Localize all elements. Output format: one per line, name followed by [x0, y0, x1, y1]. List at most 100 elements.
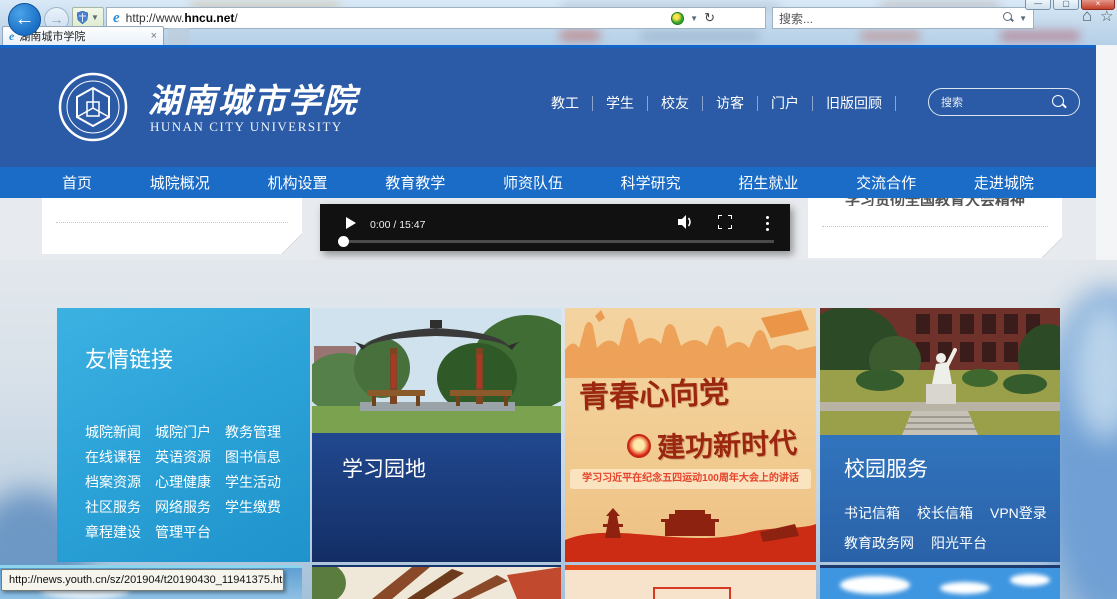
study-garden-title: 学习园地: [342, 453, 426, 483]
quick-link-alumni[interactable]: 校友: [648, 96, 703, 111]
chevron-down-icon[interactable]: ▼: [690, 14, 698, 23]
nav-item-home[interactable]: 首页: [62, 172, 92, 193]
folded-corner: [1042, 238, 1062, 258]
back-button[interactable]: ←: [8, 3, 41, 36]
nav-item-faculty[interactable]: 师资队伍: [503, 172, 563, 193]
refresh-button[interactable]: ↻: [704, 10, 715, 26]
campus-services-panel: 校园服务 书记信箱 校长信箱 VPN登录 教育政务网 阳光平台: [820, 308, 1060, 562]
search-icon[interactable]: [1003, 12, 1015, 24]
friend-links-grid: 城院新闻 城院门户 教务管理 在线课程 英语资源 图书信息 档案资源 心理健康 …: [85, 420, 295, 545]
video-progress-bar[interactable]: [340, 240, 774, 243]
link-student-payment[interactable]: 学生缴费: [225, 495, 295, 520]
bottom-tile-poster-next[interactable]: [565, 565, 816, 599]
link-management-platform[interactable]: 管理平台: [155, 520, 225, 545]
news-card-left[interactable]: [42, 198, 302, 254]
university-name-zh: 湖南城市学院: [148, 74, 358, 122]
link-archives[interactable]: 档案资源: [85, 470, 155, 495]
folded-corner: [282, 234, 302, 254]
link-education-gov[interactable]: 教育政务网: [844, 533, 914, 553]
nav-item-organization[interactable]: 机构设置: [267, 172, 327, 193]
link-network-service[interactable]: 网络服务: [155, 495, 225, 520]
link-sunshine-platform[interactable]: 阳光平台: [931, 533, 987, 553]
campus-links-row1: 书记信箱 校长信箱 VPN登录: [844, 503, 1047, 523]
link-english-resources[interactable]: 英语资源: [155, 445, 225, 470]
link-vpn-login[interactable]: VPN登录: [990, 503, 1047, 523]
maximize-button[interactable]: ▢: [1053, 0, 1079, 10]
link-charter[interactable]: 章程建设: [85, 520, 155, 545]
close-button[interactable]: ×: [1081, 0, 1115, 10]
red-frame-decoration: [653, 587, 731, 599]
nav-item-research[interactable]: 科学研究: [621, 172, 681, 193]
nav-item-cooperation[interactable]: 交流合作: [856, 172, 916, 193]
fullscreen-icon[interactable]: [718, 215, 732, 229]
progress-handle[interactable]: [338, 236, 349, 247]
site-search-placeholder: 搜索: [941, 94, 1051, 110]
skyline-silhouette: [565, 502, 816, 562]
link-online-courses[interactable]: 在线课程: [85, 445, 155, 470]
chevron-down-icon: ▼: [91, 13, 99, 22]
pavilion-photo: [312, 308, 561, 433]
play-button[interactable]: [346, 217, 356, 229]
quick-link-portal[interactable]: 门户: [758, 96, 813, 111]
browser-nav-row: ← → ▼ e http://www.hncu.net/ ▼ ↻ 搜索...: [0, 0, 1117, 27]
nav-item-campus-tour[interactable]: 走进城院: [974, 172, 1034, 193]
link-student-activities[interactable]: 学生活动: [225, 470, 295, 495]
site-header: 湖南城市学院 HUNAN CITY UNIVERSITY 教工 学生 校友 访客…: [0, 48, 1096, 167]
bottom-tile-pavilion-eaves[interactable]: [312, 565, 561, 599]
nav-item-admissions[interactable]: 招生就业: [738, 172, 798, 193]
webpage-viewport: 湖南城市学院 HUNAN CITY UNIVERSITY 教工 学生 校友 访客…: [0, 45, 1117, 599]
site-search-box[interactable]: 搜索: [928, 88, 1080, 116]
link-secretary-mailbox[interactable]: 书记信箱: [844, 503, 900, 523]
safe-browsing-icon[interactable]: [671, 12, 684, 25]
dotted-divider: [822, 226, 1048, 227]
nav-item-overview[interactable]: 城院概况: [150, 172, 210, 193]
close-tab-icon[interactable]: ×: [151, 30, 157, 42]
more-options-icon[interactable]: [766, 216, 769, 234]
university-name-en: HUNAN CITY UNIVERSITY: [150, 119, 343, 135]
quick-link-old-site[interactable]: 旧版回顾: [813, 96, 896, 111]
search-icon[interactable]: [1051, 94, 1067, 110]
link-president-mailbox[interactable]: 校长信箱: [917, 503, 973, 523]
tab-title: 湖南城市学院: [19, 28, 145, 44]
shield-icon: [77, 11, 88, 24]
quick-link-visitors[interactable]: 访客: [703, 96, 758, 111]
ie-page-icon: e: [113, 10, 120, 27]
volume-icon[interactable]: [678, 215, 694, 229]
bottom-tile-sky-right[interactable]: [820, 565, 1060, 599]
crowd-silhouette: [565, 308, 816, 378]
poster-headline-2: 建功新时代: [656, 422, 797, 467]
youth-day-poster[interactable]: 青春心向党 建功新时代 学习习近平在纪念五四运动100周年大会上的讲话: [565, 308, 816, 562]
cloud-decoration: [940, 582, 990, 594]
campus-links-row2: 教育政务网 阳光平台: [844, 533, 987, 553]
compatibility-view-button[interactable]: ▼: [72, 7, 104, 28]
dotted-divider: [56, 222, 288, 223]
link-campus-news[interactable]: 城院新闻: [85, 420, 155, 445]
link-academic-admin[interactable]: 教务管理: [225, 420, 295, 445]
link-campus-portal[interactable]: 城院门户: [155, 420, 225, 445]
quick-link-students[interactable]: 学生: [593, 96, 648, 111]
browser-search-placeholder: 搜索...: [779, 10, 1003, 27]
quick-link-staff[interactable]: 教工: [538, 96, 593, 111]
university-logo[interactable]: [58, 72, 128, 142]
minimize-button[interactable]: —: [1025, 0, 1051, 10]
chevron-down-icon[interactable]: ▼: [1019, 14, 1027, 23]
cloud-decoration: [1010, 574, 1050, 586]
header-quick-links: 教工 学生 校友 访客 门户 旧版回顾: [538, 96, 896, 111]
study-garden-label[interactable]: 学习园地: [312, 433, 561, 562]
video-player[interactable]: 0:00 / 15:47: [320, 204, 790, 251]
browser-chrome: ← → ▼ e http://www.hncu.net/ ▼ ↻ 搜索...: [0, 0, 1117, 45]
campus-services-title: 校园服务: [844, 453, 928, 483]
clipped-headline: 学习贯彻全国教育大会精神: [808, 198, 1062, 206]
new-tab-button[interactable]: [168, 28, 190, 45]
tab-row: e 湖南城市学院 ×: [0, 26, 1117, 45]
news-card-right[interactable]: 学习贯彻全国教育大会精神: [808, 198, 1062, 258]
nav-item-education[interactable]: 教育教学: [385, 172, 445, 193]
link-community-service[interactable]: 社区服务: [85, 495, 155, 520]
poster-headline-1: 青春心向党: [578, 367, 729, 416]
statue-photo: [820, 308, 1060, 435]
friend-links-title: 友情链接: [85, 342, 173, 374]
status-url-tooltip: http://news.youth.cn/sz/201904/t20190430…: [1, 569, 284, 591]
study-garden-panel[interactable]: 学习园地: [312, 308, 561, 562]
link-mental-health[interactable]: 心理健康: [155, 470, 225, 495]
link-library-info[interactable]: 图书信息: [225, 445, 295, 470]
